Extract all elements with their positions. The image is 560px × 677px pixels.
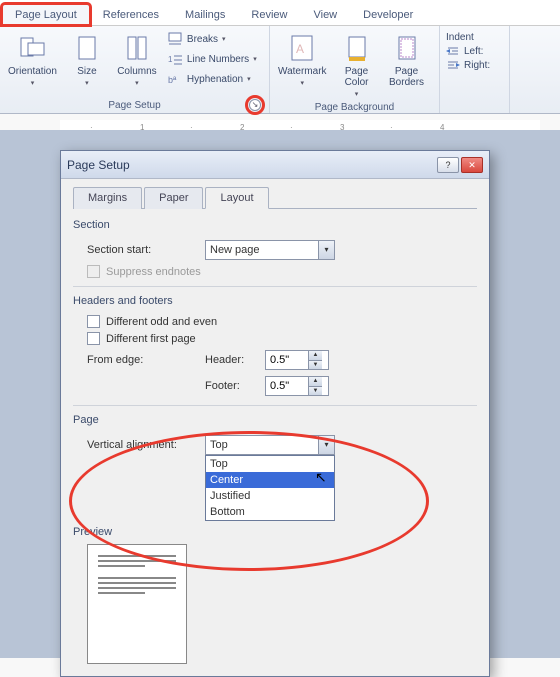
indent-heading: Indent (446, 32, 503, 43)
tab-margins[interactable]: Margins (73, 187, 142, 209)
option-top[interactable]: Top (206, 456, 334, 472)
footer-input[interactable] (266, 380, 308, 392)
footer-spin[interactable]: ▲▼ (265, 376, 329, 396)
spin-down-icon[interactable]: ▼ (309, 360, 322, 369)
indent-left[interactable]: Left: (446, 45, 503, 57)
page-color-icon (341, 32, 373, 64)
tab-layout[interactable]: Layout (205, 187, 268, 209)
chevron-down-icon: ▾ (301, 79, 305, 87)
preview-heading: Preview (73, 526, 477, 538)
chevron-down-icon[interactable]: ▾ (318, 241, 334, 259)
svg-text:1: 1 (168, 55, 173, 64)
page-size-icon (71, 32, 103, 64)
vertical-alignment-combo[interactable]: Top ▾ (205, 435, 335, 455)
page-borders-icon (391, 32, 423, 64)
line-numbers-icon: 1 (167, 51, 183, 67)
hf-heading: Headers and footers (73, 295, 477, 307)
tab-mailings[interactable]: Mailings (172, 4, 238, 25)
dialog-title: Page Setup (67, 158, 130, 172)
indent-left-icon (446, 45, 460, 57)
group-label-page-background: Page Background (276, 100, 433, 115)
chevron-down-icon: ▾ (253, 55, 257, 63)
watermark-icon: A (286, 32, 318, 64)
dialog-titlebar[interactable]: Page Setup ? ✕ (61, 151, 489, 179)
chevron-down-icon[interactable]: ▾ (318, 436, 334, 454)
tab-references[interactable]: References (90, 4, 172, 25)
orientation-icon (16, 32, 48, 64)
breaks-button[interactable]: Breaks ▾ (165, 30, 259, 48)
columns-button[interactable]: Columns ▾ (115, 30, 159, 89)
page-borders-button[interactable]: Page Borders (385, 30, 429, 90)
section-start-combo[interactable]: New page ▾ (205, 240, 335, 260)
hyphenation-button[interactable]: bª Hyphenation ▾ (165, 70, 259, 88)
spin-up-icon[interactable]: ▲ (309, 377, 322, 386)
from-edge-label: From edge: (87, 354, 195, 366)
chevron-down-icon: ▾ (135, 79, 139, 87)
tab-paper[interactable]: Paper (144, 187, 203, 209)
svg-text:bª: bª (168, 75, 177, 85)
tab-page-layout[interactable]: Page Layout (2, 4, 90, 25)
group-page-setup: Orientation ▾ Size ▾ Columns ▾ (0, 26, 270, 113)
close-button[interactable]: ✕ (461, 157, 483, 173)
watermark-button[interactable]: A Watermark ▾ (276, 30, 329, 89)
different-first-page-checkbox[interactable]: Different first page (73, 330, 477, 347)
tab-review[interactable]: Review (238, 4, 300, 25)
columns-icon (121, 32, 153, 64)
different-odd-even-checkbox[interactable]: Different odd and even (73, 313, 477, 330)
group-label-page-setup: Page Setup ↘ (6, 98, 263, 113)
help-button[interactable]: ? (437, 157, 459, 173)
chevron-down-icon: ▾ (355, 90, 359, 98)
ribbon: Orientation ▾ Size ▾ Columns ▾ (0, 26, 560, 114)
ribbon-tab-strip: Page Layout References Mailings Review V… (0, 0, 560, 26)
chevron-down-icon: ▾ (247, 75, 251, 83)
size-button[interactable]: Size ▾ (65, 30, 109, 89)
header-input[interactable] (266, 354, 308, 366)
vertical-alignment-label: Vertical alignment: (87, 439, 195, 451)
chevron-down-icon: ▾ (85, 79, 89, 87)
header-spin[interactable]: ▲▼ (265, 350, 329, 370)
checkbox-icon (87, 315, 100, 328)
option-justified[interactable]: Justified (206, 488, 334, 504)
checkbox-icon (87, 265, 100, 278)
group-page-background: A Watermark ▾ Page Color ▾ Page Borders … (270, 26, 440, 113)
spin-up-icon[interactable]: ▲ (309, 351, 322, 360)
page-setup-launcher[interactable]: ↘ (249, 99, 261, 111)
line-numbers-button[interactable]: 1 Line Numbers ▾ (165, 50, 259, 68)
page-heading: Page (73, 414, 477, 426)
page-setup-dialog: Page Setup ? ✕ Margins Paper Layout Sect… (60, 150, 490, 677)
spin-down-icon[interactable]: ▼ (309, 386, 322, 395)
indent-right[interactable]: Right: (446, 59, 503, 71)
vertical-alignment-dropdown: Top Center Justified Bottom (205, 455, 335, 521)
orientation-button[interactable]: Orientation ▾ (6, 30, 59, 89)
option-center[interactable]: Center (206, 472, 334, 488)
footer-label: Footer: (205, 380, 255, 392)
page-color-button[interactable]: Page Color ▾ (335, 30, 379, 100)
breaks-icon (167, 31, 183, 47)
section-start-label: Section start: (87, 244, 195, 256)
checkbox-icon (87, 332, 100, 345)
indent-right-icon (446, 59, 460, 71)
tab-developer[interactable]: Developer (350, 4, 426, 25)
svg-text:A: A (296, 42, 304, 56)
suppress-endnotes-checkbox: Suppress endnotes (73, 263, 477, 280)
chevron-down-icon: ▾ (31, 79, 35, 87)
section-heading: Section (73, 219, 477, 231)
tab-view[interactable]: View (300, 4, 350, 25)
hyphenation-icon: bª (167, 71, 183, 87)
chevron-down-icon: ▾ (222, 35, 226, 43)
dialog-tabs: Margins Paper Layout (73, 187, 477, 209)
preview-thumbnail (87, 544, 187, 664)
option-bottom[interactable]: Bottom (206, 504, 334, 520)
header-label: Header: (205, 354, 255, 366)
group-paragraph: Indent Left: Right: (440, 26, 510, 113)
